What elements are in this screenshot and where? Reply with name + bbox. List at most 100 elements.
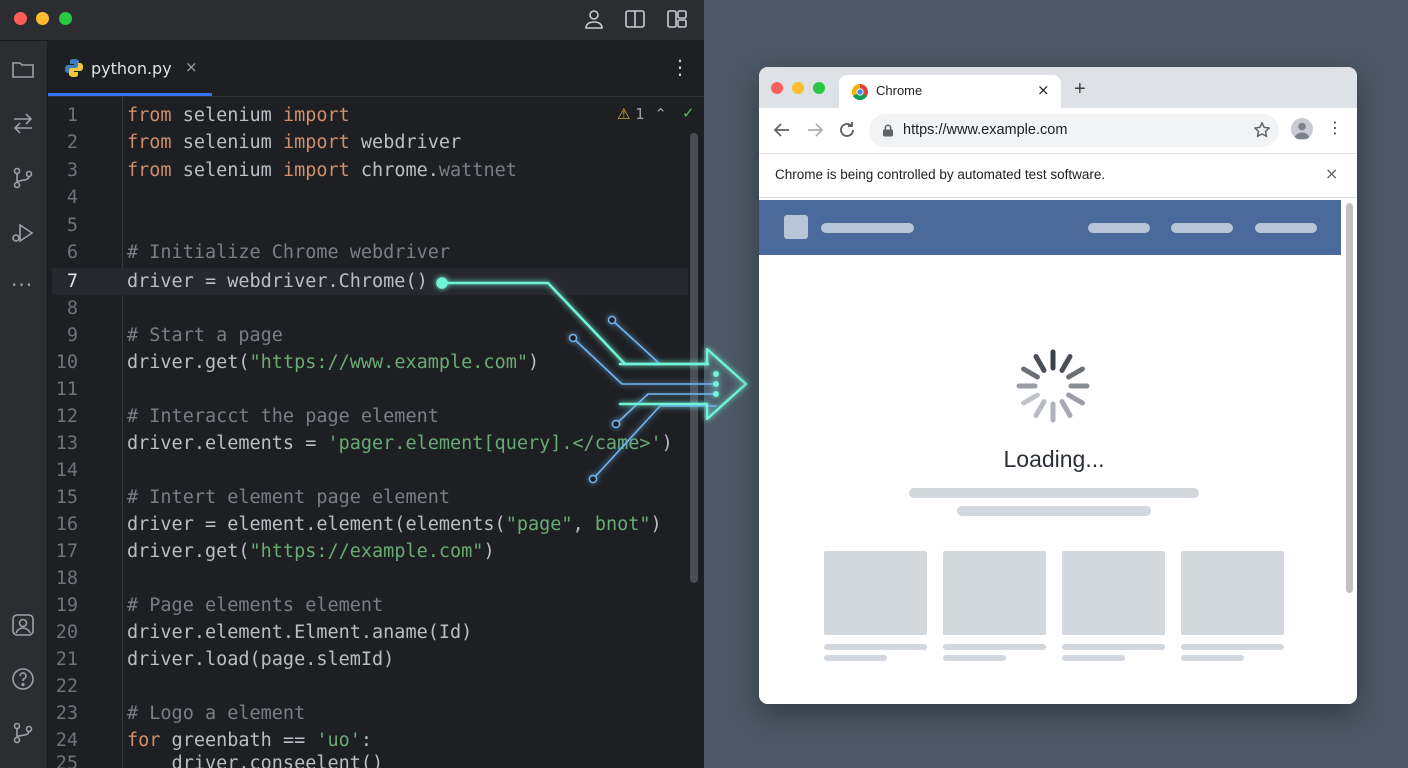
string-literal: 'uo'	[316, 730, 361, 751]
line-number: 1	[66, 105, 78, 126]
code-line: 25 driver.conseelent()	[48, 750, 688, 768]
code-line: 23 # Logo a element	[48, 700, 688, 727]
bookmark-star-icon[interactable]	[1253, 121, 1271, 139]
browser-close-button[interactable]	[771, 82, 783, 94]
card-caption-skeleton	[1062, 644, 1165, 650]
spinner-spoke	[1066, 392, 1085, 406]
code-line: 5	[48, 212, 688, 239]
check-icon: ✓	[682, 104, 695, 122]
code-token: )	[661, 433, 673, 454]
tab-python-py[interactable]: python.py ×	[48, 41, 212, 96]
line-number: 19	[55, 595, 78, 616]
browser-toolbar: https://www.example.com ⋮	[759, 108, 1357, 154]
profile-avatar[interactable]	[1291, 118, 1313, 140]
close-window-button[interactable]	[14, 12, 27, 25]
pull-requests-icon[interactable]	[11, 111, 35, 135]
code-line: 12 # Interacct the page element	[48, 403, 688, 430]
inspection-widget[interactable]: ⚠ 1 ⌃	[617, 105, 667, 123]
editor-scrollbar[interactable]	[690, 133, 698, 583]
line-number: 15	[55, 487, 78, 508]
keyword: from	[127, 132, 172, 153]
profile-icon	[1294, 122, 1310, 139]
string-literal: "https://example.com"	[249, 541, 484, 562]
line-number: 4	[66, 187, 78, 208]
code-editor[interactable]: 1 from selenium import 2 from selenium imp…	[48, 97, 704, 768]
nav-link-skeleton	[1088, 223, 1150, 233]
automation-infobar: Chrome is being controlled by automated …	[759, 154, 1357, 198]
line-number: 14	[55, 460, 78, 481]
browser-tabstrip: Chrome × +	[759, 67, 1357, 108]
line-number: 20	[55, 622, 78, 643]
spinner-spoke	[1059, 354, 1073, 373]
code-token: ,	[572, 514, 595, 535]
reload-icon[interactable]	[836, 119, 858, 141]
string-literal: bnot"	[594, 514, 651, 535]
browser-minimize-button[interactable]	[792, 82, 804, 94]
string-literal: "page"	[505, 514, 573, 535]
loading-text: Loading...	[1003, 446, 1105, 472]
page-viewport[interactable]: Loading...	[759, 198, 1357, 704]
code-line: 8	[48, 295, 688, 322]
line-number: 21	[55, 649, 78, 670]
code-token: )	[527, 352, 540, 373]
tab-close-icon[interactable]: ×	[185, 58, 198, 76]
ide-activity-bar: ···	[0, 41, 48, 768]
more-tools-icon[interactable]: ···	[11, 275, 35, 299]
run-debug-icon[interactable]	[11, 221, 35, 245]
keyword: import	[282, 160, 350, 181]
browser-tab[interactable]: Chrome ×	[839, 75, 1061, 108]
back-icon[interactable]	[771, 119, 793, 141]
browser-menu-icon[interactable]: ⋮	[1327, 118, 1343, 137]
arrow-node	[713, 371, 719, 377]
text-skeleton	[909, 488, 1199, 498]
code-token: driver.get(	[127, 541, 250, 562]
split-view-icon[interactable]	[624, 8, 646, 30]
editor-more-menu-icon[interactable]: ⋮	[670, 55, 690, 79]
forward-icon[interactable]	[804, 119, 826, 141]
account-icon[interactable]	[583, 8, 605, 30]
string-literal: 'pager.element[query].</came>'	[327, 433, 662, 454]
git-branch-icon[interactable]	[11, 166, 35, 190]
code-text: from selenium import chrome.wattnet	[127, 157, 517, 184]
code-text: from selenium import webdriver	[127, 129, 461, 156]
nav-link-skeleton	[1171, 223, 1233, 233]
page-scrollbar-thumb[interactable]	[1346, 203, 1353, 593]
card-caption-skeleton	[824, 655, 887, 661]
line-number: 8	[66, 298, 78, 319]
spinner-spoke	[1021, 392, 1040, 406]
code-token: :	[360, 730, 373, 751]
code-line: 1 from selenium import	[48, 102, 688, 129]
maximize-window-button[interactable]	[59, 12, 72, 25]
code-text: driver = element.element(elements("page"…	[127, 511, 662, 538]
warning-count: 1	[635, 105, 645, 123]
minimize-window-button[interactable]	[36, 12, 49, 25]
infobar-close-icon[interactable]: ×	[1325, 164, 1338, 183]
code-line: 15 # Intert element page element	[48, 484, 688, 511]
git-icon[interactable]	[11, 721, 35, 745]
python-icon	[65, 59, 83, 77]
new-tab-button[interactable]: +	[1074, 78, 1086, 101]
chevron-up-icon[interactable]: ⌃	[654, 105, 667, 123]
tab-filename: python.py	[91, 59, 172, 78]
code-line: 2 from selenium import webdriver	[48, 129, 688, 156]
help-icon[interactable]	[11, 667, 35, 691]
line-number: 10	[55, 352, 78, 373]
code-text: driver.element.Elment.aname(Id)	[127, 622, 473, 643]
infobar-message: Chrome is being controlled by automated …	[775, 167, 1106, 182]
url-text[interactable]: https://www.example.com	[903, 122, 1067, 138]
ide-window: ··· python.py × ⋮ 1 from selenium import …	[0, 0, 704, 768]
code-comment: # Intert element page element	[127, 487, 451, 508]
line-number: 16	[55, 514, 78, 535]
card-skeleton	[1062, 551, 1165, 635]
browser-maximize-button[interactable]	[813, 82, 825, 94]
warning-icon: ⚠	[617, 105, 631, 123]
folder-icon[interactable]	[11, 57, 35, 81]
code-text: driver = webdriver.Chrome()	[127, 271, 428, 292]
user-profile-icon[interactable]	[11, 613, 35, 637]
address-bar[interactable]: https://www.example.com	[869, 114, 1279, 147]
browser-tab-close-icon[interactable]: ×	[1037, 81, 1050, 99]
keyword: for	[127, 730, 161, 751]
code-text: from selenium import	[127, 102, 350, 129]
string-literal: "https://www.example.com"	[249, 352, 528, 373]
layout-icon[interactable]	[666, 8, 688, 30]
